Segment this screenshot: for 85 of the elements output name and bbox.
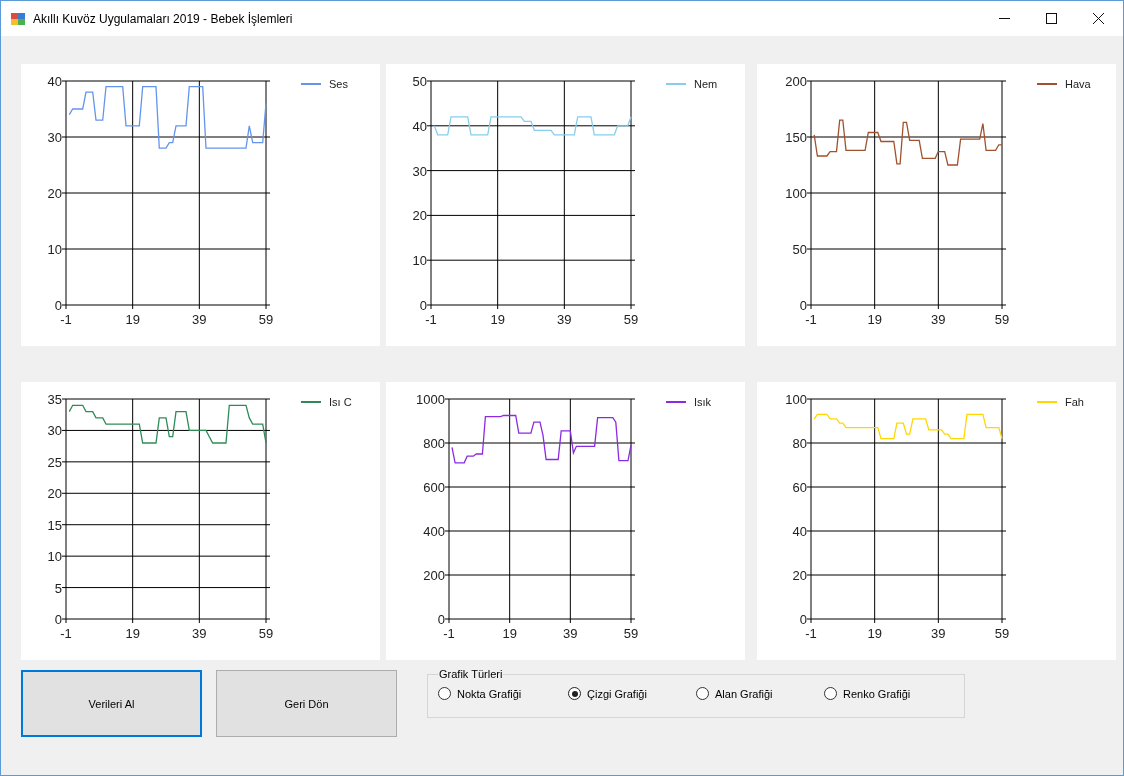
axis-tick-label: 100 (785, 392, 807, 407)
legend-label: Isı C (329, 396, 352, 408)
radio-option[interactable]: Alan Grafiği (696, 687, 824, 700)
axis-tick-label: 39 (557, 312, 572, 327)
legend-label: Ses (329, 78, 348, 90)
axis-tick-label: 40 (412, 118, 427, 134)
axis-tick-label: 20 (47, 186, 62, 201)
axis-tick-label: 59 (994, 626, 1010, 641)
group-title: Grafik Türleri (438, 668, 504, 680)
axis-tick-label: 59 (258, 312, 274, 327)
radio-option[interactable]: Çizgi Grafiği (568, 687, 696, 700)
axis-tick-label: 800 (423, 436, 445, 451)
axis-tick-label: 39 (192, 626, 207, 641)
axis-tick-label: 19 (867, 312, 882, 327)
axis-tick-label: 5 (54, 580, 62, 596)
axis-tick-label: 100 (785, 186, 807, 201)
radio-button[interactable] (438, 687, 451, 700)
axis-tick-label: 200 (785, 74, 807, 89)
push-button[interactable]: Geri Dön (216, 670, 397, 737)
axis-tick-label: 1000 (416, 392, 445, 407)
axis-tick-label: 19 (867, 626, 882, 641)
radio-button[interactable] (824, 687, 837, 700)
axis-tick-label: 0 (419, 298, 427, 313)
axis-tick-label: -1 (60, 312, 72, 327)
axis-tick-label: 15 (47, 517, 62, 533)
axis-tick-label: 20 (792, 568, 807, 583)
radio-label: Çizgi Grafiği (587, 687, 647, 700)
axis-tick-label: 19 (502, 626, 517, 641)
axis-tick-label: 0 (799, 612, 807, 627)
axis-tick-label: 19 (125, 312, 140, 327)
maximize-icon[interactable] (1046, 13, 1057, 24)
radio-option[interactable]: Renko Grafiği (824, 687, 952, 700)
axis-tick-label: 20 (412, 208, 427, 224)
radio-button[interactable] (696, 687, 709, 700)
axis-tick-label: 59 (623, 312, 639, 327)
axis-tick-label: 10 (47, 242, 62, 257)
axis-tick-label: 39 (931, 626, 946, 641)
axis-tick-label: -1 (60, 626, 72, 641)
axis-tick-label: 10 (47, 549, 62, 565)
axis-tick-label: 25 (47, 454, 62, 470)
radio-label: Renko Grafiği (843, 687, 911, 700)
axis-tick-label: 59 (994, 312, 1010, 327)
axis-tick-label: 0 (54, 298, 62, 313)
axis-tick-label: 400 (423, 524, 445, 539)
axis-tick-label: 600 (423, 480, 445, 495)
axis-tick-label: -1 (425, 312, 437, 327)
axis-tick-label: 39 (931, 312, 946, 327)
axis-tick-label: 40 (792, 524, 807, 539)
axis-tick-label: 0 (799, 298, 807, 313)
axis-tick-label: 0 (54, 612, 62, 627)
close-icon[interactable] (1093, 13, 1104, 24)
axis-tick-label: 39 (563, 626, 578, 641)
app-icon (10, 10, 26, 27)
axis-tick-label: 59 (623, 626, 639, 641)
window-title: Akıllı Kuvöz Uygulamaları 2019 - Bebek İşlemleri (33, 11, 293, 26)
legend-label: Isık (694, 396, 712, 408)
axis-tick-label: 39 (192, 312, 207, 327)
radio-button[interactable] (568, 687, 581, 700)
legend-label: Fah (1065, 396, 1084, 408)
radio-label: Alan Grafiği (715, 687, 773, 700)
axis-tick-label: 30 (47, 130, 62, 145)
radio-label: Nokta Grafiği (457, 687, 522, 700)
axis-tick-label: 40 (47, 74, 62, 89)
axis-tick-label: 60 (792, 480, 807, 495)
axis-tick-label: 80 (792, 436, 807, 451)
axis-tick-label: 50 (412, 74, 427, 89)
axis-tick-label: 50 (792, 242, 807, 257)
axis-tick-label: 19 (490, 312, 505, 327)
axis-tick-label: -1 (805, 312, 817, 327)
axis-tick-label: 35 (47, 392, 62, 407)
axis-tick-label: 10 (412, 253, 427, 269)
axis-tick-label: 150 (785, 130, 807, 145)
axis-tick-label: 20 (47, 486, 62, 502)
legend-label: Hava (1065, 78, 1091, 90)
axis-tick-label: 200 (423, 568, 445, 583)
axis-tick-label: 0 (437, 612, 445, 627)
axis-tick-label: -1 (443, 626, 455, 641)
radio-option[interactable]: Nokta Grafiği (438, 687, 568, 700)
axis-tick-label: 19 (125, 626, 140, 641)
legend-label: Nem (694, 78, 718, 90)
axis-tick-label: 30 (412, 163, 427, 179)
axis-tick-label: 30 (47, 423, 62, 439)
axis-tick-label: 59 (258, 626, 274, 641)
push-button[interactable]: Verileri Al (21, 670, 202, 737)
axis-tick-label: -1 (805, 626, 817, 641)
